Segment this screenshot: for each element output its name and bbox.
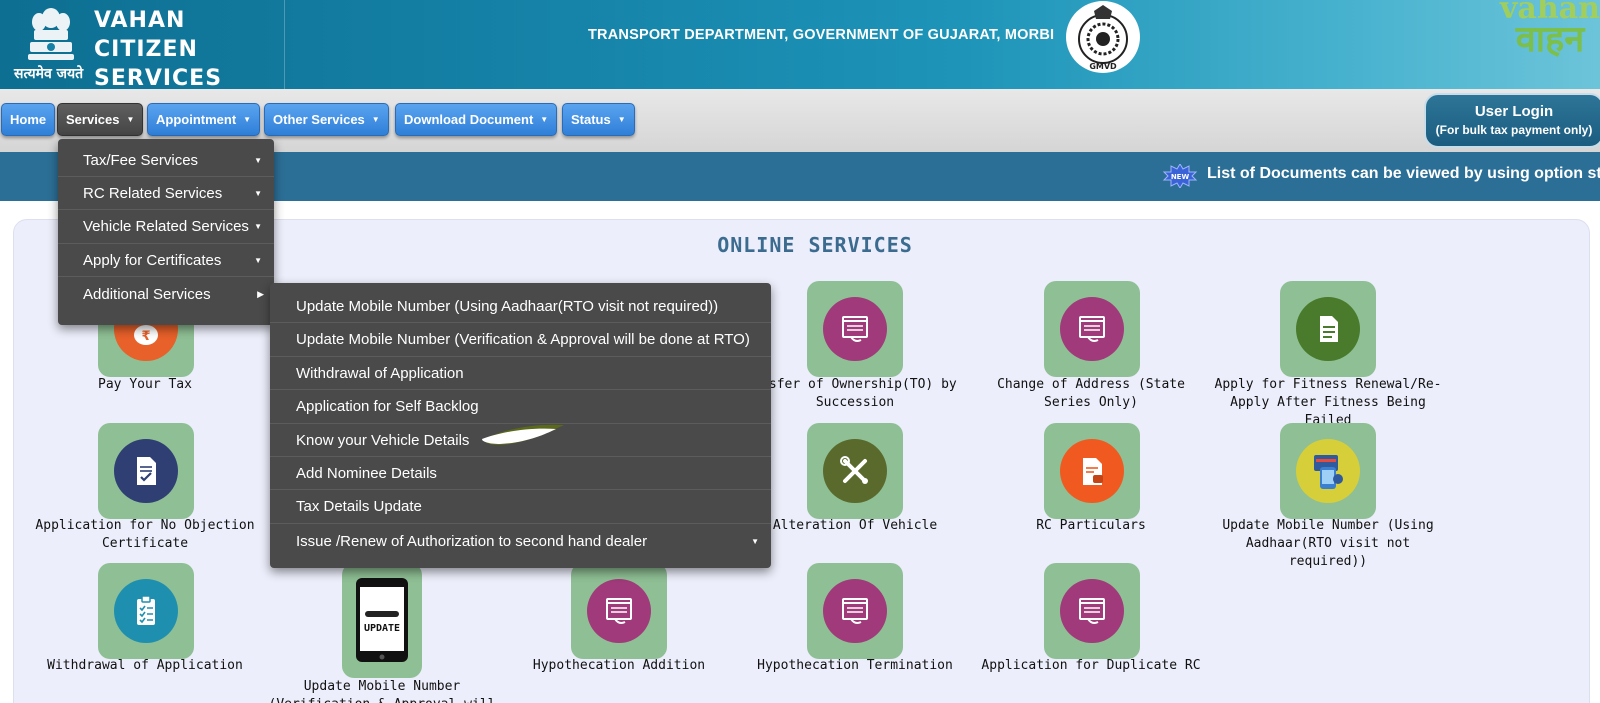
phone-update-icon: UPDATE xyxy=(356,578,408,662)
tile-noc[interactable] xyxy=(98,423,194,519)
chevron-down-icon: ▼ xyxy=(254,155,262,165)
tile-rc-particulars[interactable] xyxy=(1044,423,1140,519)
tile-duplicate-rc[interactable] xyxy=(1044,563,1140,659)
vahan-brand-logo: vahan वाहन xyxy=(1500,0,1600,60)
header-divider xyxy=(284,0,285,89)
document-lines-icon xyxy=(1296,297,1360,361)
nav-services[interactable]: Services ▼ xyxy=(57,103,144,136)
tile-label: ansfer of Ownership(TO) by Succession xyxy=(753,377,957,410)
nav-appointment[interactable]: Appointment ▼ xyxy=(147,103,261,136)
svg-text:NEW: NEW xyxy=(1171,173,1190,181)
tile-hypothecation-addition[interactable] xyxy=(571,563,667,659)
chevron-down-icon: ▼ xyxy=(751,536,759,546)
tile-change-of-address[interactable] xyxy=(1044,281,1140,377)
tile-label: Hypothecation Termination xyxy=(757,658,953,673)
tile-transfer-of-ownership-succession[interactable] xyxy=(807,281,903,377)
submenu-item-tax-details-update[interactable]: Tax Details Update xyxy=(270,490,771,524)
tile-label: Application for No Objection Certificate xyxy=(35,518,255,551)
user-login-button[interactable]: User Login (For bulk tax payment only) xyxy=(1424,93,1600,148)
tile-hypothecation-termination[interactable] xyxy=(807,563,903,659)
marquee-text[interactable]: List of Documents can be viewed by using… xyxy=(1207,165,1600,183)
document-window-icon xyxy=(823,579,887,643)
chevron-down-icon: ▼ xyxy=(617,115,626,124)
site-header: सत्यमेव जयते VAHAN CITIZEN SERVICES TRAN… xyxy=(0,0,1600,89)
chevron-down-icon: ▼ xyxy=(254,188,262,198)
submenu-item-update-mobile-rto[interactable]: Update Mobile Number (Verification & App… xyxy=(270,323,771,357)
chevron-down-icon: ▼ xyxy=(243,115,252,124)
tile-withdrawal-of-application[interactable] xyxy=(98,563,194,659)
tile-label: Update Mobile Number (Verification & App… xyxy=(269,679,496,703)
chevron-right-icon: ▶ xyxy=(257,288,264,299)
chevron-down-icon: ▼ xyxy=(254,222,262,231)
tile-alteration-of-vehicle[interactable] xyxy=(807,423,903,519)
national-emblem-icon xyxy=(28,8,74,60)
menu-item-rc-related-services[interactable]: RC Related Services ▼ xyxy=(58,177,274,210)
department-name: TRANSPORT DEPARTMENT, GOVERNMENT OF GUJA… xyxy=(588,27,1055,43)
submenu-item-self-backlog[interactable]: Application for Self Backlog xyxy=(270,390,771,424)
tile-label: Withdrawal of Application xyxy=(47,658,243,673)
cursor-highlight-mark xyxy=(482,424,564,445)
rc-document-icon xyxy=(1060,439,1124,503)
tile-label: Apply for Fitness Renewal/Re-Apply After… xyxy=(1214,377,1442,428)
mobile-card-icon xyxy=(1296,439,1360,503)
chevron-down-icon: ▼ xyxy=(254,255,262,265)
tile-label: Change of Address (State Series Only) xyxy=(997,377,1185,410)
submenu-item-add-nominee-details[interactable]: Add Nominee Details xyxy=(270,457,771,490)
services-dropdown-menu: Tax/Fee Services ▼ RC Related Services ▼… xyxy=(58,139,274,325)
menu-item-vehicle-related-services[interactable]: Vehicle Related Services ▼ xyxy=(58,210,274,244)
chevron-down-icon: ▼ xyxy=(371,115,380,124)
new-badge-icon: NEW xyxy=(1162,164,1198,188)
submenu-item-withdrawal-of-application[interactable]: Withdrawal of Application xyxy=(270,357,771,390)
tile-label: Alteration Of Vehicle xyxy=(772,518,938,533)
nav-status[interactable]: Status ▼ xyxy=(562,103,635,136)
nav-other-services[interactable]: Other Services ▼ xyxy=(264,103,389,136)
nav-download-document[interactable]: Download Document ▼ xyxy=(395,103,558,136)
menu-item-tax-fee-services[interactable]: Tax/Fee Services ▼ xyxy=(58,144,274,177)
tile-label: RC Particulars xyxy=(1036,518,1146,533)
document-window-icon xyxy=(587,579,651,643)
gmvd-seal-icon: GMVD xyxy=(1066,1,1140,73)
tile-label: Update Mobile Number (Using Aadhaar(RTO … xyxy=(1222,518,1434,569)
certificate-check-icon xyxy=(114,439,178,503)
tile-update-mobile-aadhaar[interactable] xyxy=(1280,423,1376,519)
clipboard-check-icon xyxy=(114,579,178,643)
menu-item-apply-for-certificates[interactable]: Apply for Certificates ▼ xyxy=(58,244,274,277)
tile-label: Pay Your Tax xyxy=(98,377,192,392)
tile-label: Hypothecation Addition xyxy=(532,658,706,673)
chevron-down-icon: ▼ xyxy=(126,115,135,124)
submenu-item-second-hand-dealer-authorization[interactable]: Issue /Renew of Authorization to second … xyxy=(270,524,771,558)
submenu-item-update-mobile-aadhaar[interactable]: Update Mobile Number (Using Aadhaar(RTO … xyxy=(270,290,771,323)
tile-update-mobile-rto[interactable]: UPDATE xyxy=(342,563,422,678)
nav-home[interactable]: Home xyxy=(1,103,56,136)
site-title: VAHAN CITIZEN SERVICES xyxy=(94,8,223,89)
seal-text: GMVD xyxy=(1089,62,1117,71)
document-window-icon xyxy=(1060,297,1124,361)
menu-item-additional-services[interactable]: Additional Services ▶ xyxy=(58,277,274,311)
chevron-down-icon: ▼ xyxy=(540,115,549,124)
emblem-tagline: सत्यमेव जयते xyxy=(14,66,84,82)
document-window-icon xyxy=(823,297,887,361)
tile-fitness-renewal[interactable] xyxy=(1280,281,1376,377)
tile-label: Application for Duplicate RC xyxy=(981,658,1201,673)
svg-text:UPDATE: UPDATE xyxy=(364,623,400,634)
wrench-screwdriver-icon xyxy=(823,439,887,503)
document-window-icon xyxy=(1060,579,1124,643)
svg-text:₹: ₹ xyxy=(141,329,150,344)
